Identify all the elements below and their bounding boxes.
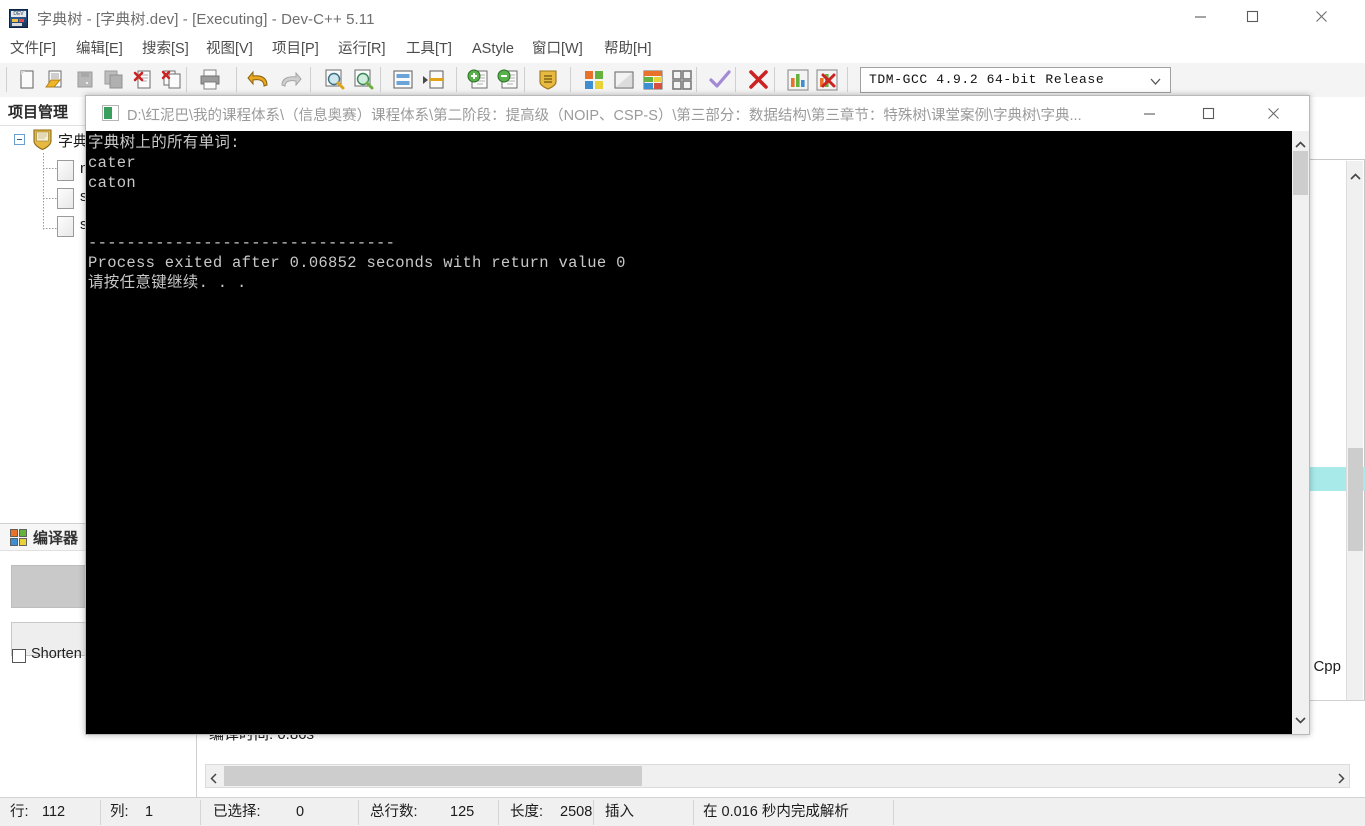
status-totallines-value: 125 xyxy=(450,804,475,820)
chevron-left-icon[interactable] xyxy=(210,771,218,789)
remove-from-project-button[interactable] xyxy=(496,67,522,93)
compiler-grid-icon xyxy=(10,529,27,546)
editor-scrollbar-thumb[interactable] xyxy=(1348,448,1363,551)
shorten-compiler-paths-checkbox[interactable] xyxy=(12,649,26,663)
menu-edit[interactable]: 编辑[E] xyxy=(76,39,123,60)
status-bar: 行: 112 列: 1 已选择: 0 总行数: 125 长度: 2508 插入 … xyxy=(0,797,1365,826)
chevron-up-icon[interactable] xyxy=(1350,168,1361,186)
console-vertical-scrollbar[interactable] xyxy=(1292,131,1309,734)
print-button[interactable] xyxy=(197,67,223,93)
menu-bar: 文件[F] 编辑[E] 搜索[S] 视图[V] 项目[P] 运行[R] 工具[T… xyxy=(0,36,1365,63)
console-window-title: D:\红泥巴\我的课程体系\（信息奥赛）课程体系\第二阶段：提高级（NOIP、C… xyxy=(127,108,1082,124)
redo-button[interactable] xyxy=(277,67,303,93)
status-col-value: 1 xyxy=(145,804,154,820)
compile-and-run-button[interactable] xyxy=(640,67,666,93)
editor-tab-cpp[interactable]: Cpp xyxy=(1313,658,1341,675)
undo-button[interactable] xyxy=(247,67,273,93)
syntax-check-button[interactable] xyxy=(707,67,733,93)
menu-search[interactable]: 搜索[S] xyxy=(142,39,189,60)
chevron-right-icon[interactable] xyxy=(1337,771,1345,789)
console-minimize-button[interactable] xyxy=(1126,96,1172,130)
menu-astyle[interactable]: AStyle xyxy=(472,39,514,60)
menu-help[interactable]: 帮助[H] xyxy=(604,39,652,60)
menu-run[interactable]: 运行[R] xyxy=(338,39,386,60)
status-selected-label: 已选择: xyxy=(213,804,261,820)
console-close-button[interactable] xyxy=(1250,96,1296,130)
window-minimize-button[interactable] xyxy=(1177,0,1224,33)
console-window-icon xyxy=(102,105,119,121)
log-scrollbar-thumb[interactable] xyxy=(224,766,642,786)
status-length-label: 长度: xyxy=(510,804,544,820)
console-maximize-button[interactable] xyxy=(1185,96,1231,130)
project-options-button[interactable] xyxy=(535,67,561,93)
save-all-button[interactable] xyxy=(101,67,127,93)
devcpp-app-icon: DEV xyxy=(9,9,28,28)
compiler-select-value: TDM-GCC 4.9.2 64-bit Release xyxy=(869,72,1105,87)
close-all-button[interactable] xyxy=(159,67,185,93)
open-file-button[interactable] xyxy=(42,67,68,93)
status-length-value: 2508 xyxy=(560,804,593,820)
status-insert-mode: 插入 xyxy=(605,804,634,820)
project-folder-icon xyxy=(31,129,55,151)
find-button[interactable] xyxy=(322,67,348,93)
main-titlebar: DEV 字典树 - [字典树.dev] - [Executing] - Dev-… xyxy=(0,0,1365,37)
new-file-button[interactable] xyxy=(14,67,40,93)
save-file-button[interactable] xyxy=(72,67,98,93)
console-output-text: 字典树上的所有单词: cater caton -----------------… xyxy=(88,134,626,292)
menu-project[interactable]: 项目[P] xyxy=(272,39,319,60)
log-horizontal-scrollbar[interactable] xyxy=(205,764,1350,788)
profile-button[interactable] xyxy=(785,67,811,93)
replace-button[interactable] xyxy=(351,67,377,93)
project-panel-tab-label: 项目管理 xyxy=(8,104,69,121)
toggle-bookmark-button[interactable] xyxy=(420,67,446,93)
status-selected-value: 0 xyxy=(296,804,305,820)
chevron-down-icon xyxy=(1149,75,1162,93)
source-file-icon xyxy=(57,160,74,181)
chevron-down-icon[interactable] xyxy=(1295,711,1306,729)
compile-button[interactable] xyxy=(581,67,607,93)
devcpp-application-window: DEV 字典树 - [字典树.dev] - [Executing] - Dev-… xyxy=(0,0,1365,826)
menu-view[interactable]: 视图[V] xyxy=(206,39,253,60)
status-col-label: 列: xyxy=(110,804,129,820)
console-output-area[interactable]: 字典树上的所有单词: cater caton -----------------… xyxy=(86,131,1309,734)
main-toolbar: TDM-GCC 4.9.2 64-bit Release xyxy=(0,63,1365,98)
status-totallines-label: 总行数: xyxy=(370,804,418,820)
menu-file[interactable]: 文件[F] xyxy=(10,39,56,60)
stop-execution-button[interactable] xyxy=(746,67,772,93)
status-line-value: 112 xyxy=(42,804,66,820)
editor-vertical-scrollbar[interactable] xyxy=(1346,161,1363,774)
console-window[interactable]: D:\红泥巴\我的课程体系\（信息奥赛）课程体系\第二阶段：提高级（NOIP、C… xyxy=(85,95,1310,735)
console-titlebar: D:\红泥巴\我的课程体系\（信息奥赛）课程体系\第二阶段：提高级（NOIP、C… xyxy=(86,96,1309,131)
run-button[interactable] xyxy=(611,67,637,93)
window-close-button[interactable] xyxy=(1298,0,1345,33)
close-file-button[interactable] xyxy=(130,67,156,93)
source-file-icon xyxy=(57,216,74,237)
main-window-title: 字典树 - [字典树.dev] - [Executing] - Dev-C++ … xyxy=(37,11,375,28)
delete-profile-button[interactable] xyxy=(814,67,840,93)
compiler-select[interactable]: TDM-GCC 4.9.2 64-bit Release xyxy=(860,67,1171,93)
goto-line-button[interactable] xyxy=(390,67,416,93)
tree-expander-icon[interactable] xyxy=(14,134,25,145)
shorten-compiler-paths-label: Shorten c xyxy=(31,646,94,662)
menu-tools[interactable]: 工具[T] xyxy=(406,39,452,60)
console-scrollbar-thumb[interactable] xyxy=(1293,151,1308,195)
status-parse-time: 在 0.016 秒内完成解析 xyxy=(703,804,849,820)
compiler-panel-tab-label: 编译器 xyxy=(33,530,79,547)
source-file-icon xyxy=(57,188,74,209)
add-to-project-button[interactable] xyxy=(466,67,492,93)
rebuild-all-button[interactable] xyxy=(669,67,695,93)
window-maximize-button[interactable] xyxy=(1229,0,1276,33)
status-line-label: 行: xyxy=(10,804,29,820)
menu-window[interactable]: 窗口[W] xyxy=(532,39,583,60)
